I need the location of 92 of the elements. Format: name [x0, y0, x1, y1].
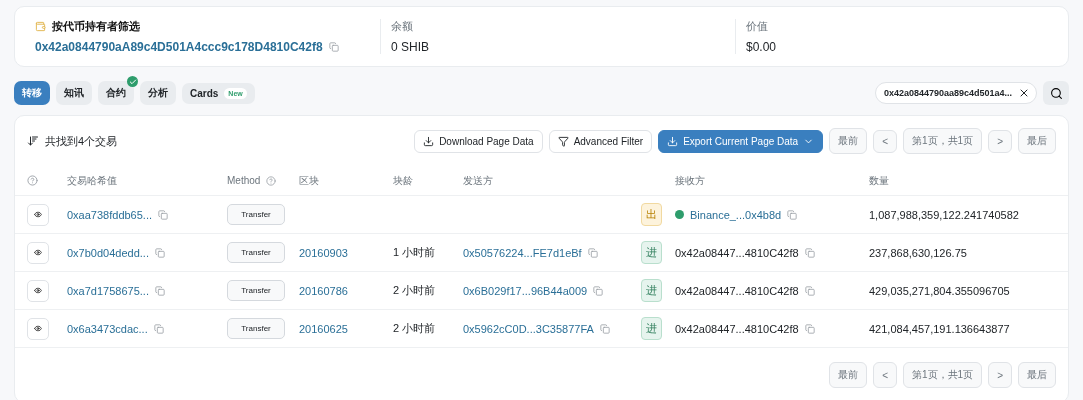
export-button[interactable]: Export Current Page Data: [658, 129, 824, 153]
close-icon[interactable]: [1018, 87, 1030, 99]
page-indicator[interactable]: 第1页，共1页: [903, 362, 983, 388]
column-header: Method: [227, 175, 261, 186]
direction-tag: 进: [641, 279, 662, 302]
filter-icon: [557, 135, 569, 147]
eye-icon: [34, 285, 42, 296]
copy-icon[interactable]: [158, 209, 169, 220]
previous-page-button[interactable]: <: [873, 362, 898, 388]
tab[interactable]: 分析: [140, 81, 176, 105]
value-amount: $0.00: [746, 40, 777, 54]
help-icon: [27, 175, 38, 186]
preview-button[interactable]: [27, 279, 49, 302]
copy-icon[interactable]: [787, 209, 798, 220]
age-text: 2 小时前: [393, 321, 437, 336]
column-header: 交易哈希值: [67, 173, 117, 188]
method-tag: Transfer: [227, 318, 285, 339]
search-icon: [1049, 86, 1063, 100]
direction-tag: 进: [641, 317, 662, 340]
download-icon: [667, 135, 679, 147]
first-page-button[interactable]: 最前: [829, 128, 868, 154]
first-page-button[interactable]: 最前: [829, 362, 868, 388]
copy-icon[interactable]: [154, 247, 165, 258]
copy-icon[interactable]: [804, 323, 815, 334]
advanced-filter-button[interactable]: Advanced Filter: [548, 129, 653, 153]
copy-icon[interactable]: [804, 247, 815, 258]
amount-text: 1,087,988,359,122.241740582: [869, 208, 1020, 221]
column-header: 数量: [869, 173, 889, 188]
column-header: 区块: [299, 173, 319, 188]
direction-tag: 进: [641, 241, 662, 264]
copy-icon[interactable]: [593, 285, 604, 296]
column-header: 发送方: [463, 173, 493, 188]
previous-page-button[interactable]: <: [873, 129, 898, 153]
copy-icon[interactable]: [804, 285, 815, 296]
copy-icon[interactable]: [154, 285, 165, 296]
recipient-address: Binance_...0x4b8d: [690, 208, 782, 221]
next-page-button[interactable]: >: [988, 129, 1012, 153]
holder-address-link[interactable]: 0x42a0844790aA89c4D501A4ccc9c178D4810C42f8: [35, 40, 323, 54]
method-tag: Transfer: [227, 204, 285, 225]
recipient-address: 0x42a08447...4810C42f8: [675, 322, 799, 335]
copy-icon[interactable]: [153, 323, 164, 334]
transaction-hash-link[interactable]: 0xa7d1758675...: [67, 284, 149, 297]
method-tag: Transfer: [227, 280, 285, 301]
amount-text: 421,084,457,191.136643877: [869, 322, 1011, 335]
direction-tag: 出: [641, 203, 662, 226]
last-page-button[interactable]: 最后: [1018, 128, 1056, 154]
balance-label: 余额: [391, 19, 414, 34]
column-header: 接收方: [675, 173, 705, 188]
search-field[interactable]: 0x42a0844790aa89c4d501a4...: [874, 82, 1037, 104]
tab[interactable]: 知讯: [56, 81, 92, 105]
eye-icon: [34, 323, 42, 334]
tab[interactable]: 合约: [98, 81, 134, 105]
sender-link[interactable]: 0x5962cC0D...3C35877FA: [463, 322, 594, 335]
age-text: 2 小时前: [393, 283, 437, 298]
exchange-icon: [675, 210, 684, 219]
balance-value: 0 SHIB: [391, 40, 430, 54]
download-icon: [423, 135, 435, 147]
transaction-hash-link[interactable]: 0x7b0d04dedd...: [67, 246, 149, 259]
download-button[interactable]: Download Page Data: [414, 129, 543, 153]
filter-title: 按代币持有者筛选: [52, 19, 140, 34]
transaction-hash-link[interactable]: 0x6a3473cdac...: [67, 322, 148, 335]
block-link[interactable]: 20160903: [299, 246, 393, 259]
copy-icon[interactable]: [599, 323, 610, 334]
page-indicator[interactable]: 第1页，共1页: [903, 128, 983, 154]
preview-button[interactable]: [27, 203, 49, 226]
sender-link[interactable]: 0x6B029f17...96B44a009: [463, 284, 588, 297]
eye-icon: [34, 247, 42, 258]
block-link[interactable]: 20160786: [299, 284, 393, 297]
search-button[interactable]: [1043, 81, 1069, 105]
transaction-hash-link[interactable]: 0xaa738fddb65...: [67, 208, 153, 221]
copy-icon[interactable]: [587, 247, 598, 258]
eye-icon: [34, 209, 42, 220]
recipient-address: 0x42a08447...4810C42f8: [675, 246, 799, 259]
copy-icon[interactable]: [328, 42, 339, 52]
sort-icon: [27, 135, 39, 147]
preview-button[interactable]: [27, 317, 49, 340]
sender-link[interactable]: 0x50576224...FE7d1eBf: [463, 246, 582, 259]
block-link[interactable]: 20160625: [299, 322, 393, 335]
wallet-icon: [35, 21, 46, 32]
amount-text: 429,035,271,804.355096705: [869, 284, 1011, 297]
transaction-count: 共找到4个交易: [45, 133, 118, 149]
last-page-button[interactable]: 最后: [1018, 362, 1056, 388]
next-page-button[interactable]: >: [988, 362, 1012, 388]
age-text: 1 小时前: [393, 245, 437, 260]
preview-button[interactable]: [27, 241, 49, 264]
method-tag: Transfer: [227, 242, 285, 263]
help-icon: [266, 175, 277, 186]
tab[interactable]: 转移: [14, 81, 50, 105]
amount-text: 237,868,630,126.75: [869, 246, 968, 259]
recipient-address: 0x42a08447...4810C42f8: [675, 284, 799, 297]
value-label: 价值: [746, 19, 769, 34]
column-header: 块龄: [393, 173, 413, 188]
